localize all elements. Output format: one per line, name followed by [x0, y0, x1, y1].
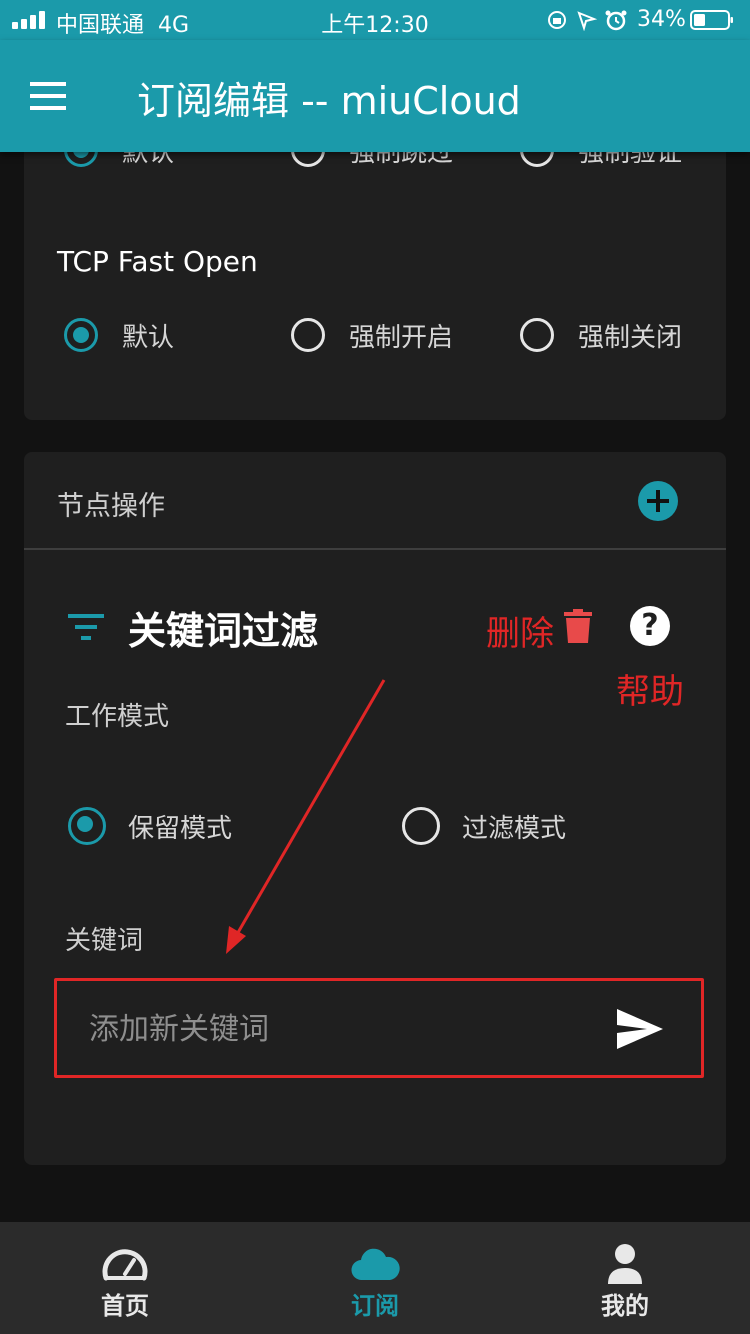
tab-home[interactable]: 首页: [0, 1222, 250, 1334]
tab-subscription-label: 订阅: [351, 1292, 399, 1320]
help-circle-icon[interactable]: ?: [630, 606, 670, 646]
delete-annotation: 删除: [486, 614, 554, 654]
person-icon: [608, 1244, 642, 1284]
work-mode-label: 工作模式: [65, 702, 170, 732]
keyword-input[interactable]: [89, 1007, 569, 1051]
node-operations-card: 节点操作 关键词过滤 删除 ? 帮助 工作模式 保留模式 过滤模式 关键词: [24, 452, 726, 1165]
battery-icon: [690, 10, 733, 30]
status-bar: 中国联通 4G 上午12:30 34%: [0, 0, 750, 40]
trash-icon[interactable]: [564, 609, 592, 643]
bottom-nav: 首页 订阅 我的: [0, 1222, 750, 1334]
divider: [24, 548, 726, 550]
tab-subscription[interactable]: 订阅: [250, 1222, 500, 1334]
help-annotation: 帮助: [616, 672, 684, 712]
send-icon[interactable]: [617, 1009, 663, 1049]
radio-option-filter-mode[interactable]: 过滤模式: [402, 796, 662, 856]
tcp-fast-open-options: 默认 强制开启 强制关闭: [24, 305, 726, 365]
filter-icon: [68, 614, 104, 642]
keyword-filter-title: 关键词过滤: [128, 609, 319, 653]
app-bar: 订阅编辑 -- miuCloud: [0, 40, 750, 152]
battery-percent: 34%: [637, 7, 686, 32]
tab-home-label: 首页: [101, 1292, 149, 1320]
node-ops-title: 节点操作: [57, 491, 165, 522]
plus-circle-icon[interactable]: [638, 481, 678, 521]
radio-option-force-on[interactable]: 强制开启: [291, 305, 511, 365]
page-title: 订阅编辑 -- miuCloud: [137, 79, 521, 123]
hamburger-menu-icon[interactable]: [30, 82, 66, 110]
radio-option-force-off[interactable]: 强制关闭: [520, 305, 720, 365]
tab-profile-label: 我的: [601, 1292, 649, 1320]
radio-option-keep-mode[interactable]: 保留模式: [68, 796, 328, 856]
status-icons: [548, 10, 627, 31]
cloud-icon: [351, 1248, 400, 1281]
radio-option-default[interactable]: 默认: [64, 305, 264, 365]
keyword-input-box: [54, 978, 704, 1078]
work-mode-options: 保留模式 过滤模式: [24, 796, 726, 856]
tab-profile[interactable]: 我的: [500, 1222, 750, 1334]
keyword-label: 关键词: [65, 926, 144, 956]
tcp-fast-open-label: TCP Fast Open: [57, 245, 258, 278]
speedometer-icon: [102, 1249, 148, 1281]
